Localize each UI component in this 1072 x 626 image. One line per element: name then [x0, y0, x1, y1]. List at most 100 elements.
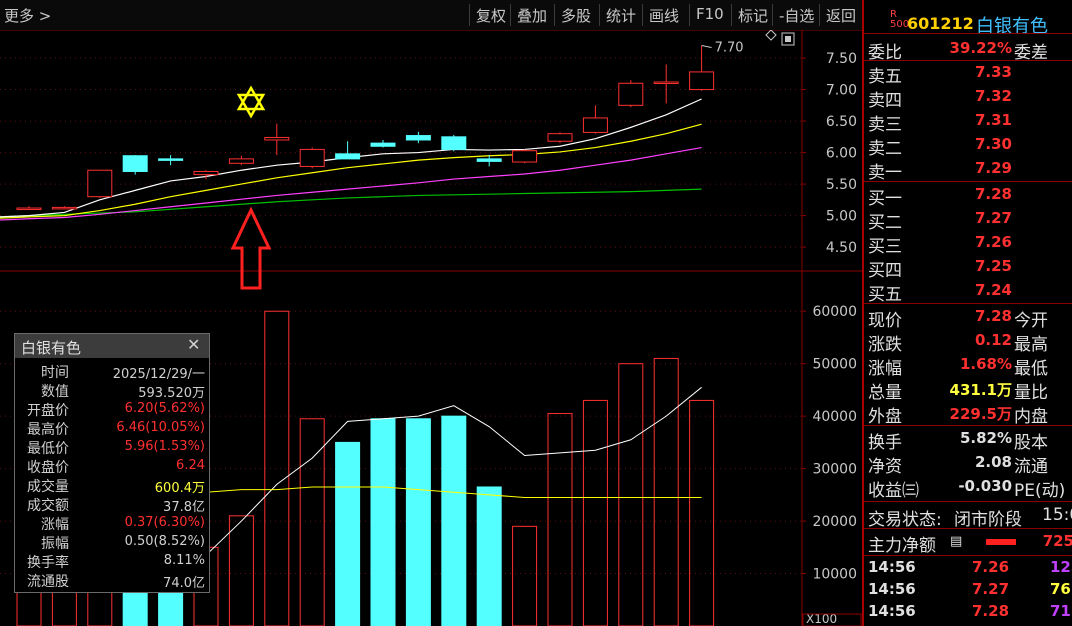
candle-body[interactable] [87, 169, 113, 198]
volume-tick-label: 50000 [812, 357, 857, 373]
candle-body[interactable] [441, 136, 467, 150]
quote-row-0-label: 现价 [868, 311, 902, 331]
candle-body[interactable] [582, 117, 608, 133]
popup-row-value: 600.4万 [154, 481, 205, 496]
weibi-row-value: 39.22% [949, 39, 1012, 57]
bid-row-4[interactable]: 买四 7.25 [868, 256, 1072, 281]
fund-row-0-label2: 股本 [1014, 433, 1048, 453]
popup-row: 收盘价 6.24 [19, 457, 207, 476]
toolbar-button-1[interactable]: 叠加 [517, 5, 547, 26]
tick-time: 14:56 [868, 580, 916, 598]
bid-row-1[interactable]: 买一 7.28 [868, 184, 1072, 209]
toolbar-button-2[interactable]: 多股 [561, 5, 591, 26]
toolbar-button-5[interactable]: F10 [696, 5, 724, 23]
toolbar-separator [689, 4, 690, 26]
fund-row-1[interactable]: 净资 2.08 流通 [868, 452, 1072, 477]
candle-body[interactable] [653, 81, 679, 84]
candle-body[interactable] [335, 153, 361, 160]
candle-body[interactable] [228, 158, 254, 164]
ask-row-4-label: 卖四 [868, 91, 902, 111]
quote-row-4-label: 外盘 [868, 407, 902, 427]
fund-row-0-label: 换手 [868, 433, 902, 453]
stock-name[interactable]: 白银有色 [976, 12, 1048, 38]
volume-tick-label: 10000 [812, 567, 857, 583]
toolbar-separator [554, 4, 555, 26]
volume-tick-label: 60000 [812, 304, 857, 320]
popup-row: 成交量 600.4万 [19, 476, 207, 496]
ask-row-1-label: 卖一 [868, 163, 902, 183]
candle-body[interactable] [476, 158, 502, 162]
quote-row-2-label2: 最低 [1014, 359, 1048, 379]
volume-bar [405, 418, 431, 626]
quote-row-3[interactable]: 总量 431.1万 量比 [868, 378, 1072, 403]
tick-price: 7.28 [972, 602, 1010, 620]
ask-row-3[interactable]: 卖三 7.31 [868, 110, 1072, 135]
bar-info-popup[interactable]: 白银有色 ✕ 时间 2025/12/29/一 数值 593.520万 开盘价 6.20(5… [14, 333, 210, 593]
quote-row-1-label: 涨跌 [868, 335, 902, 355]
ask-row-1[interactable]: 卖一 7.29 [868, 158, 1072, 183]
quote-row-0-value: 7.28 [974, 307, 1012, 325]
tick-row: 14:56 7.26 123 [868, 558, 1072, 580]
ask-row-2[interactable]: 卖二 7.30 [868, 134, 1072, 159]
candle-body[interactable] [405, 135, 431, 141]
ask-row-5[interactable]: 卖五 7.33 [868, 62, 1072, 87]
ask-row-4[interactable]: 卖四 7.32 [868, 86, 1072, 111]
chart-toolbar: 更多 > 复权 叠加 多股 统计 画线 F10 标记 -自选 返回 [0, 0, 862, 30]
candle-body[interactable] [264, 136, 290, 141]
bid-row-2-label: 买二 [868, 213, 902, 233]
volume-bar [512, 525, 538, 626]
more-link[interactable]: 更多 > [4, 5, 51, 26]
quote-row-2[interactable]: 涨幅 1.68% 最低 [868, 354, 1072, 379]
fund-row-2[interactable]: 收益㈢ -0.030 PE(动) [868, 476, 1072, 501]
quote-row-1-value: 0.12 [974, 331, 1012, 349]
toolbar-button-8[interactable]: 返回 [826, 5, 856, 26]
candle-body[interactable] [370, 142, 396, 147]
bid-row-3[interactable]: 买三 7.26 [868, 232, 1072, 257]
quote-row-1[interactable]: 涨跌 0.12 最高 [868, 330, 1072, 355]
panel-divider [864, 501, 1072, 502]
quote-panel: R 500 601212 白银有色 委比 39.22% 委差 卖五 7.33 卖四 7.32 卖… [862, 0, 1072, 626]
candle-body[interactable] [122, 155, 148, 172]
popup-row: 数值 593.520万 [19, 381, 207, 401]
candle-body[interactable] [51, 206, 77, 210]
toolbar-button-0[interactable]: 复权 [476, 5, 506, 26]
panel-divider [864, 555, 1072, 556]
volume-bar [335, 441, 361, 626]
toolbar-separator [731, 4, 732, 26]
fund-row-1-label2: 流通 [1014, 457, 1048, 477]
popup-row-value: 2025/12/29/一 [112, 367, 205, 382]
toolbar-button-7[interactable]: -自选 [779, 5, 814, 26]
ask-row-3-label: 卖三 [868, 115, 902, 135]
quote-row-0[interactable]: 现价 7.28 今开 [868, 306, 1072, 331]
popup-title-bar[interactable]: 白银有色 ✕ [15, 334, 209, 358]
volume-bar [653, 357, 679, 626]
popup-row-label: 涨幅 [41, 517, 69, 533]
bid-row-2[interactable]: 买二 7.27 [868, 208, 1072, 233]
close-icon[interactable]: ✕ [187, 335, 200, 354]
candle-body[interactable] [689, 71, 715, 91]
fund-row-0[interactable]: 换手 5.82% 股本 [868, 428, 1072, 453]
panel-divider [864, 33, 1072, 34]
main-net-value: 725 [1042, 532, 1072, 550]
main-net-row[interactable]: 主力净额 ▤ 725 [868, 531, 1072, 556]
candle-body[interactable] [512, 150, 538, 163]
toolbar-button-4[interactable]: 画线 [649, 5, 679, 26]
toolbar-button-6[interactable]: 标记 [738, 5, 768, 26]
ask-row-2-value: 7.30 [974, 135, 1012, 153]
list-icon[interactable]: ▤ [950, 534, 962, 549]
candle-body[interactable] [618, 82, 644, 106]
ask-row-1-value: 7.29 [974, 159, 1012, 177]
diamond-icon[interactable] [765, 30, 777, 41]
bid-row-1-label: 买一 [868, 189, 902, 209]
bid-row-4-label: 买四 [868, 261, 902, 281]
weibi-row[interactable]: 委比 39.22% 委差 [868, 38, 1072, 63]
candle-body[interactable] [299, 148, 325, 167]
stock-code: 601212 [907, 14, 974, 33]
candle-body[interactable] [158, 158, 184, 161]
candle-body[interactable] [547, 133, 573, 142]
candle-body[interactable] [16, 207, 42, 211]
quote-row-4[interactable]: 外盘 229.5万 内盘 [868, 402, 1072, 427]
candle-body[interactable] [193, 170, 219, 176]
bid-row-5[interactable]: 买五 7.24 [868, 280, 1072, 305]
toolbar-button-3[interactable]: 统计 [606, 5, 636, 26]
